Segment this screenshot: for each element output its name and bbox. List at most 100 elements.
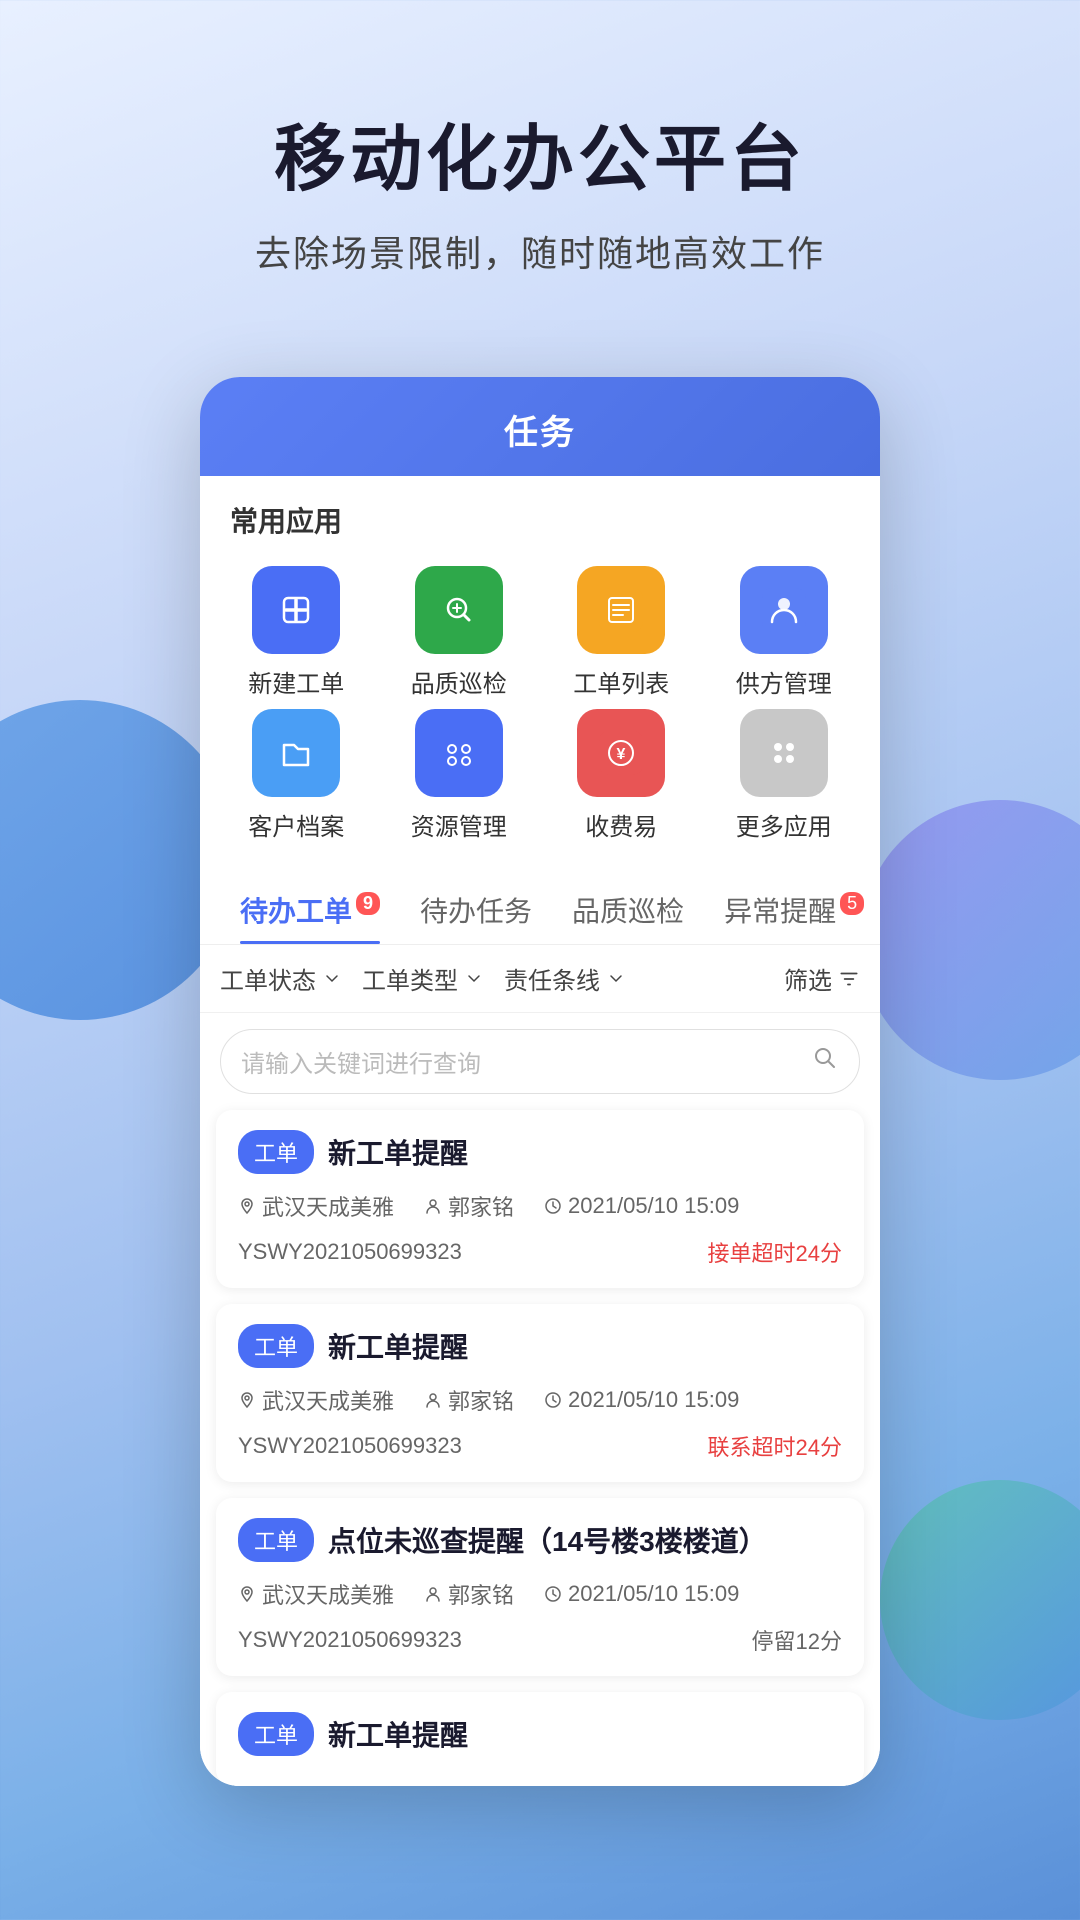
location-icon-2 (238, 1391, 256, 1409)
filter-icon (838, 968, 860, 990)
order-badge-3: 工单 (238, 1518, 314, 1562)
order-card-2-header: 工单 新工单提醒 (238, 1324, 842, 1368)
order-location-3: 武汉天成美雅 (238, 1578, 394, 1610)
order-person-3: 郭家铭 (424, 1578, 514, 1610)
customer-file-icon (252, 709, 340, 797)
filters-row: 工单状态 工单类型 责任条线 筛选 (200, 945, 880, 1013)
pending-orders-badge: 9 (356, 892, 380, 915)
order-time-3: 2021/05/10 15:09 (544, 1581, 739, 1607)
order-bottom-1: YSWY2021050699323 接单超时24分 (238, 1236, 842, 1268)
tabs-row: 待办工单9 待办任务 品质巡检 异常提醒5 (200, 872, 880, 945)
resource-mgmt-icon (415, 709, 503, 797)
fee-easy-icon: ¥ (577, 709, 665, 797)
supplier-mgmt-label: 供方管理 (736, 664, 832, 699)
filter-order-status[interactable]: 工单状态 (220, 961, 342, 996)
order-card-2[interactable]: 工单 新工单提醒 武汉天成美雅 郭家铭 (216, 1304, 864, 1482)
fee-easy-label: 收费易 (585, 807, 657, 842)
quality-patrol-icon (415, 566, 503, 654)
order-card-3-header: 工单 点位未巡查提醒（14号楼3楼楼道） (238, 1518, 842, 1562)
order-card-4-header: 工单 新工单提醒 (238, 1712, 842, 1756)
time-icon-3 (544, 1585, 562, 1603)
phone-container: 任务 常用应用 新建工单 (200, 377, 880, 1786)
chevron-down-icon-3 (606, 969, 626, 989)
tab-pending-orders[interactable]: 待办工单9 (220, 872, 400, 944)
order-title-1: 新工单提醒 (328, 1132, 842, 1172)
filter-order-type[interactable]: 工单类型 (362, 961, 484, 996)
order-time-1: 2021/05/10 15:09 (544, 1193, 739, 1219)
time-icon-1 (544, 1197, 562, 1215)
order-status-2: 联系超时24分 (708, 1430, 842, 1462)
app-fee-easy[interactable]: ¥ 收费易 (545, 709, 698, 842)
customer-file-label: 客户档案 (248, 807, 344, 842)
supplier-mgmt-icon (740, 566, 828, 654)
location-icon-1 (238, 1197, 256, 1215)
order-person-1: 郭家铭 (424, 1190, 514, 1222)
tab-quality-inspection[interactable]: 品质巡检 (552, 872, 704, 944)
search-icon (811, 1044, 839, 1079)
more-apps-icon (740, 709, 828, 797)
person-icon-2 (424, 1391, 442, 1409)
app-quality-patrol[interactable]: 品质巡检 (383, 566, 536, 699)
order-bottom-3: YSWY2021050699323 停留12分 (238, 1624, 842, 1656)
filter-responsibility-line[interactable]: 责任条线 (504, 961, 626, 996)
app-more-apps[interactable]: 更多应用 (708, 709, 861, 842)
order-card-3[interactable]: 工单 点位未巡查提醒（14号楼3楼楼道） 武汉天成美雅 郭家铭 (216, 1498, 864, 1676)
app-content: 常用应用 新建工单 (200, 476, 880, 1786)
order-status-3: 停留12分 (752, 1624, 842, 1656)
main-title: 移动化办公平台 (60, 100, 1020, 205)
order-time-2: 2021/05/10 15:09 (544, 1387, 739, 1413)
common-apps-label: 常用应用 (200, 476, 880, 556)
chevron-down-icon-1 (322, 969, 342, 989)
more-apps-label: 更多应用 (736, 807, 832, 842)
bg-decoration-bottom-right (880, 1480, 1080, 1720)
header-section: 移动化办公平台 去除场景限制，随时随地高效工作 (0, 0, 1080, 337)
order-badge-2: 工单 (238, 1324, 314, 1368)
resource-mgmt-label: 资源管理 (411, 807, 507, 842)
new-order-icon (252, 566, 340, 654)
person-icon-3 (424, 1585, 442, 1603)
location-icon-3 (238, 1585, 256, 1603)
app-supplier-mgmt[interactable]: 供方管理 (708, 566, 861, 699)
bg-decoration-right (860, 800, 1080, 1080)
order-info-row-3: 武汉天成美雅 郭家铭 2021/05/10 15:09 (238, 1578, 842, 1610)
tab-pending-tasks[interactable]: 待办任务 (400, 872, 552, 944)
order-info-row-2: 武汉天成美雅 郭家铭 2021/05/10 15:09 (238, 1384, 842, 1416)
app-order-list[interactable]: 工单列表 (545, 566, 698, 699)
tab-bar-title: 任务 (504, 414, 576, 452)
quality-patrol-label: 品质巡检 (411, 664, 507, 699)
order-person-2: 郭家铭 (424, 1384, 514, 1416)
order-badge-1: 工单 (238, 1130, 314, 1174)
order-list-icon (577, 566, 665, 654)
order-title-4: 新工单提醒 (328, 1714, 842, 1754)
sub-title: 去除场景限制，随时随地高效工作 (60, 225, 1020, 277)
tab-bar-header: 任务 (200, 377, 880, 476)
order-card-4[interactable]: 工单 新工单提醒 (216, 1692, 864, 1786)
order-card-1-header: 工单 新工单提醒 (238, 1130, 842, 1174)
order-badge-4: 工单 (238, 1712, 314, 1756)
order-id-2: YSWY2021050699323 (238, 1433, 462, 1459)
search-placeholder: 请输入关键词进行查询 (241, 1044, 801, 1079)
order-status-1: 接单超时24分 (708, 1236, 842, 1268)
order-list-label: 工单列表 (573, 664, 669, 699)
new-order-label: 新建工单 (248, 664, 344, 699)
order-info-row-1: 武汉天成美雅 郭家铭 2021/05/10 15:09 (238, 1190, 842, 1222)
apps-grid: 新建工单 品质巡检 (200, 556, 880, 862)
app-customer-file[interactable]: 客户档案 (220, 709, 373, 842)
order-location-2: 武汉天成美雅 (238, 1384, 394, 1416)
time-icon-2 (544, 1391, 562, 1409)
svg-text:¥: ¥ (617, 746, 626, 763)
search-bar[interactable]: 请输入关键词进行查询 (220, 1029, 860, 1094)
person-icon-1 (424, 1197, 442, 1215)
order-card-1[interactable]: 工单 新工单提醒 武汉天成美雅 郭家铭 (216, 1110, 864, 1288)
order-title-3: 点位未巡查提醒（14号楼3楼楼道） (328, 1520, 842, 1560)
filter-screen-btn[interactable]: 筛选 (784, 961, 860, 996)
order-bottom-2: YSWY2021050699323 联系超时24分 (238, 1430, 842, 1462)
order-id-3: YSWY2021050699323 (238, 1627, 462, 1653)
order-id-1: YSWY2021050699323 (238, 1239, 462, 1265)
order-location-1: 武汉天成美雅 (238, 1190, 394, 1222)
order-title-2: 新工单提醒 (328, 1326, 842, 1366)
app-new-order[interactable]: 新建工单 (220, 566, 373, 699)
app-resource-mgmt[interactable]: 资源管理 (383, 709, 536, 842)
chevron-down-icon-2 (464, 969, 484, 989)
tab-abnormal-reminder[interactable]: 异常提醒5 (704, 872, 880, 944)
